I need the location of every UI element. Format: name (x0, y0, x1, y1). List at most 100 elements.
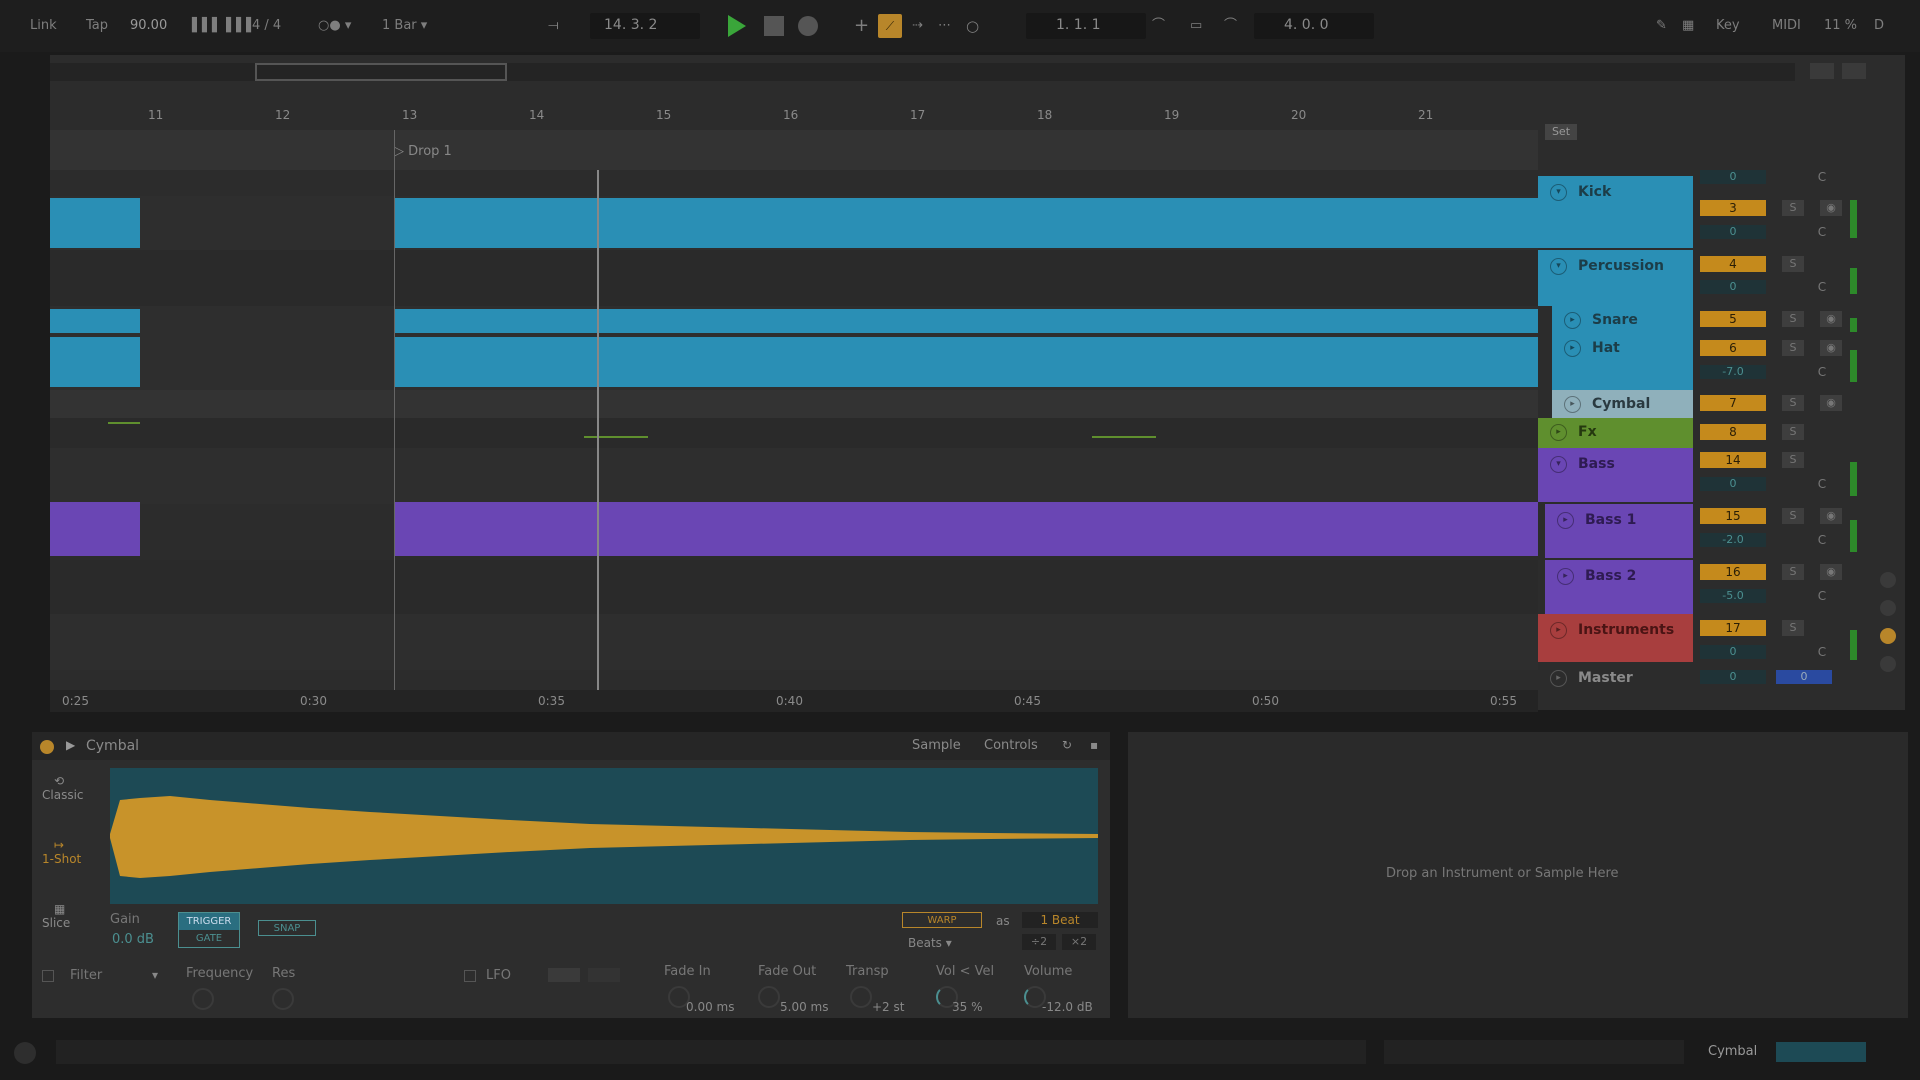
time-ruler[interactable]: 0:25 0:30 0:35 0:40 0:45 0:50 0:55 (50, 690, 1538, 712)
punch-in-icon[interactable]: ⌒ (1152, 14, 1165, 38)
fold-icon[interactable]: ▸ (1557, 568, 1574, 585)
expand-icon[interactable]: ▶ (66, 738, 75, 752)
lane-snare[interactable] (50, 306, 1538, 334)
fold-icon[interactable]: ▾ (1550, 456, 1567, 473)
mode-one-shot[interactable]: ↦ 1-Shot (42, 838, 81, 866)
volume-field[interactable]: 0 (1700, 280, 1766, 294)
track-number-kick[interactable]: 3 (1700, 200, 1766, 216)
lane-bass-2[interactable] (50, 560, 1538, 614)
zoom-toggle-icon[interactable] (1842, 63, 1866, 79)
pan-field[interactable]: C (1808, 170, 1836, 184)
zoom-fit-icon[interactable] (1810, 63, 1834, 79)
quantize-dropdown[interactable]: 1 Bar ▾ (382, 14, 427, 38)
track-header-instruments[interactable]: ▸ Instruments (1538, 614, 1693, 662)
lane-fx[interactable] (50, 418, 1538, 448)
track-number-snare[interactable]: 5 (1700, 311, 1766, 327)
loop-icon[interactable]: ○ (966, 14, 979, 38)
track-number-fx[interactable]: 8 (1700, 424, 1766, 440)
monitor-icon[interactable]: ◉ (1820, 395, 1842, 411)
solo-button[interactable]: S (1782, 200, 1804, 216)
solo-button[interactable]: S (1782, 564, 1804, 580)
nudge-icon[interactable]: ▌▌▌ ▌▌▌ (192, 14, 256, 38)
track-number-percussion[interactable]: 4 (1700, 256, 1766, 272)
lane-instruments[interactable] (50, 614, 1538, 670)
draw-mode-icon[interactable]: ✎ (1656, 14, 1667, 38)
gain-value[interactable]: 0.0 dB (112, 932, 154, 947)
track-number-bass-1[interactable]: 15 (1700, 508, 1766, 524)
track-number-instruments[interactable]: 17 (1700, 620, 1766, 636)
track-header-fx[interactable]: ▸ Fx (1538, 418, 1693, 448)
punch-out-icon[interactable]: ⌒ (1224, 14, 1237, 38)
position-field[interactable]: 14. 3. 2 (590, 13, 700, 39)
clip-fx-c[interactable] (1092, 436, 1156, 438)
fold-icon[interactable]: ▸ (1557, 512, 1574, 529)
mode-classic[interactable]: ⟲ Classic (42, 774, 84, 802)
session-record-icon[interactable]: ⋯ (938, 14, 951, 38)
overdub-icon[interactable]: + (854, 14, 869, 38)
lane-cymbal[interactable] (50, 390, 1538, 418)
clip-hat-a[interactable] (50, 337, 140, 387)
tab-controls[interactable]: Controls (984, 738, 1038, 753)
pan-field[interactable]: C (1808, 645, 1836, 659)
volume-field[interactable]: -2.0 (1700, 533, 1766, 547)
monitor-icon[interactable]: ◉ (1820, 508, 1842, 524)
fold-icon[interactable]: ▸ (1564, 396, 1581, 413)
computer-keyboard-icon[interactable]: ▦ (1682, 14, 1694, 38)
loop-switch-icon[interactable]: ▭ (1190, 14, 1202, 38)
refresh-icon[interactable]: ↻ (1062, 738, 1072, 752)
time-signature-field[interactable]: 4 / 4 (252, 14, 281, 38)
side-record-icon[interactable] (1880, 628, 1896, 644)
track-number-hat[interactable]: 6 (1700, 340, 1766, 356)
clip-kick-b[interactable] (394, 198, 1538, 248)
master-value-field[interactable]: 0 (1776, 670, 1832, 684)
waveform-display[interactable] (110, 768, 1098, 904)
status-clip-preview[interactable] (1776, 1042, 1866, 1062)
transp-knob[interactable] (850, 986, 872, 1008)
side-circle-icon[interactable] (1880, 656, 1896, 672)
track-header-bass-1[interactable]: ▸ Bass 1 (1545, 504, 1693, 558)
tap-button[interactable]: Tap (86, 14, 108, 38)
fold-icon[interactable]: ▸ (1550, 670, 1567, 687)
lane-percussion[interactable] (50, 250, 1538, 306)
clip-hat-b[interactable] (394, 337, 1538, 387)
solo-button[interactable]: S (1782, 508, 1804, 524)
device-on-icon[interactable] (40, 740, 54, 754)
solo-button[interactable]: S (1782, 340, 1804, 356)
track-header-snare[interactable]: ▸ Snare (1552, 306, 1693, 334)
solo-button[interactable]: S (1782, 452, 1804, 468)
device-drop-zone[interactable]: Drop an Instrument or Sample Here (1128, 732, 1908, 1018)
fold-icon[interactable]: ▸ (1564, 340, 1581, 357)
solo-button[interactable]: S (1782, 395, 1804, 411)
locator-drop-1[interactable]: ▷ Drop 1 (394, 144, 452, 159)
solo-button[interactable]: S (1782, 311, 1804, 327)
clip-bass-a[interactable] (50, 502, 140, 556)
fold-icon[interactable]: ▸ (1550, 424, 1567, 441)
lane-hat[interactable] (50, 334, 1538, 390)
pan-field[interactable]: C (1808, 225, 1836, 239)
track-header-kick[interactable]: ▾ Kick (1538, 176, 1693, 248)
volume-field[interactable]: 0 (1700, 645, 1766, 659)
track-header-percussion[interactable]: ▾ Percussion (1538, 250, 1693, 306)
track-header-bass-2[interactable]: ▸ Bass 2 (1545, 560, 1693, 614)
lane-bass[interactable] (50, 448, 1538, 556)
lfo-toggle[interactable] (464, 970, 476, 982)
tempo-field[interactable]: 90.00 (130, 14, 167, 38)
volume-field[interactable]: -5.0 (1700, 589, 1766, 603)
clip-bass-b[interactable] (394, 502, 1538, 556)
filter-toggle[interactable] (42, 970, 54, 982)
track-number-cymbal[interactable]: 7 (1700, 395, 1766, 411)
beats-mode-dropdown[interactable]: Beats ▾ (908, 936, 952, 950)
filter-type-dropdown[interactable]: ▾ (152, 968, 158, 982)
loop-length-field[interactable]: 4. 0. 0 (1254, 13, 1374, 39)
status-left-icon[interactable] (14, 1042, 36, 1064)
monitor-icon[interactable]: ◉ (1820, 564, 1842, 580)
metronome-icon[interactable]: ○● ▾ (318, 14, 351, 38)
stop-button[interactable] (764, 16, 784, 36)
beats-value-field[interactable]: 1 Beat (1022, 912, 1098, 928)
key-map-button[interactable]: Key (1716, 14, 1740, 38)
volume-field[interactable]: -7.0 (1700, 365, 1766, 379)
gate-button[interactable]: GATE (179, 930, 239, 947)
lfo-mode-a[interactable] (548, 968, 580, 982)
clip-snare-b[interactable] (394, 309, 1538, 333)
fade-out-knob[interactable] (758, 986, 780, 1008)
